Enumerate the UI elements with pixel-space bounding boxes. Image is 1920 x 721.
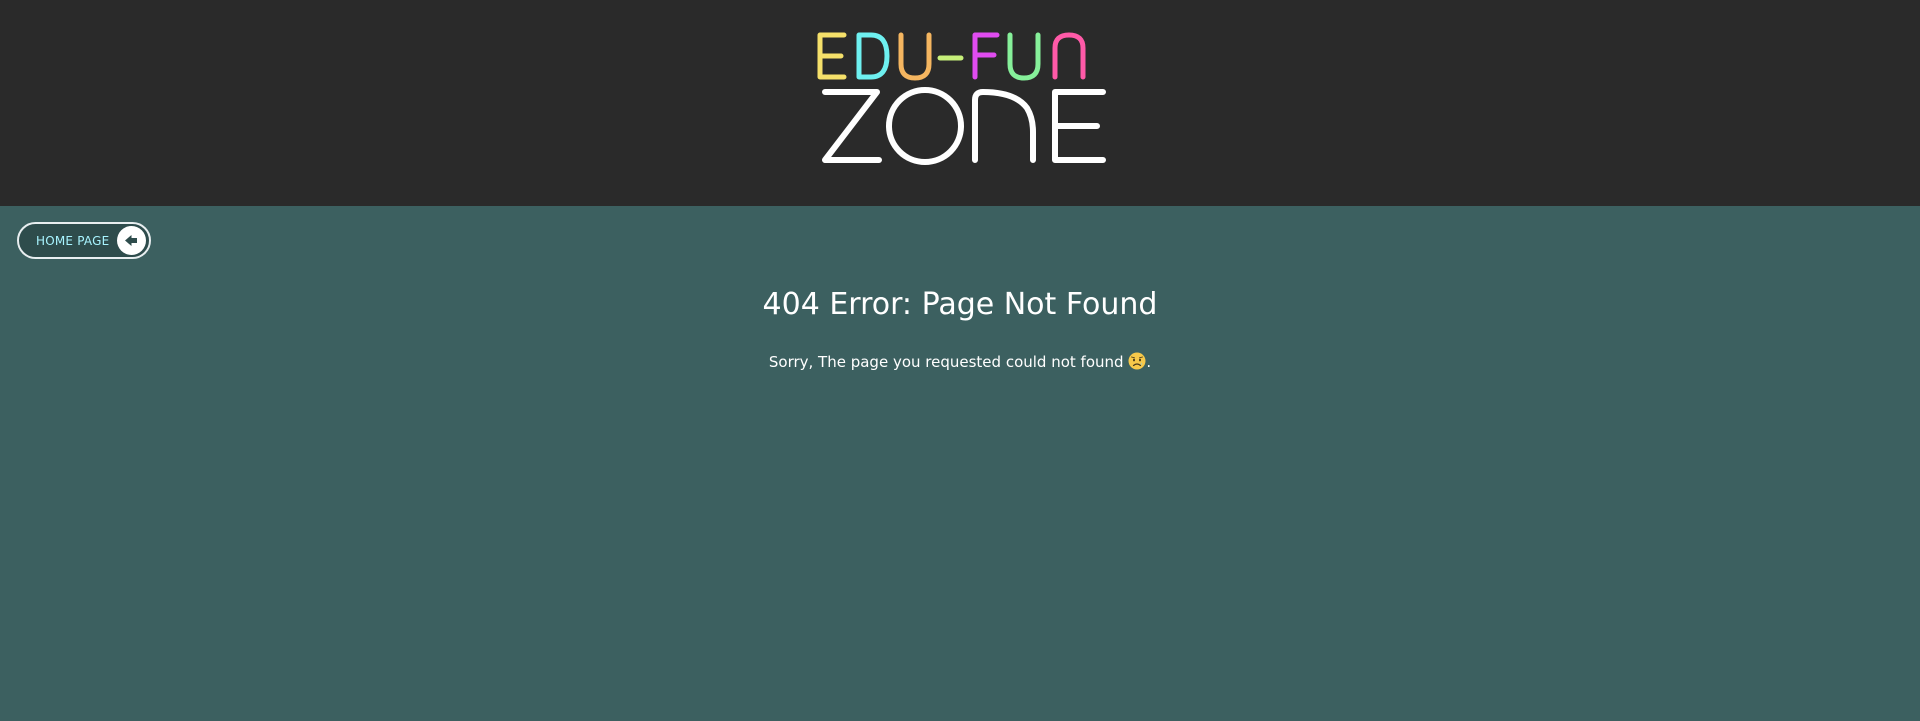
error-message: Sorry, The page you requested could not … (0, 352, 1920, 372)
sad-face-emoji-icon (1128, 352, 1146, 370)
error-message-period: . (1146, 353, 1152, 371)
home-icon-circle[interactable] (117, 226, 146, 255)
error-message-text: Sorry, The page you requested could not … (768, 353, 1124, 371)
home-page-button[interactable]: HOME PAGE (17, 222, 151, 259)
error-title: 404 Error: Page Not Found (762, 287, 1158, 322)
home-page-label: HOME PAGE (36, 234, 110, 248)
edu-fun-zone-logo[interactable] (815, 28, 1115, 168)
main-content: HOME PAGE 404 Error: Page Not Found Sorr… (0, 206, 1920, 721)
back-arrow-icon (125, 235, 137, 246)
site-header (0, 0, 1920, 206)
